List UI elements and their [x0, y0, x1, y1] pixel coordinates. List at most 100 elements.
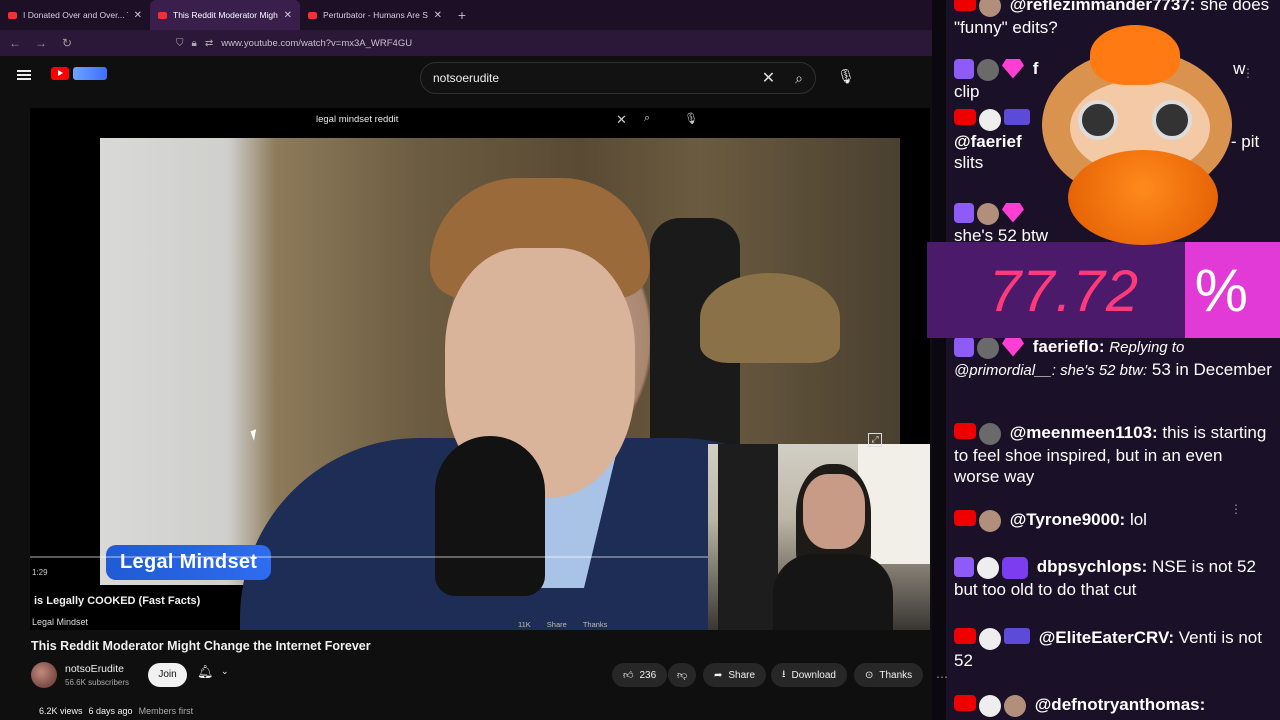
close-tab-icon[interactable]: ✕: [284, 10, 292, 21]
chat-username: faerieflo:: [1032, 337, 1105, 356]
youtube-favicon-icon: [158, 11, 167, 19]
expand-icon[interactable]: ⤢: [868, 433, 882, 447]
search-box[interactable]: notsoerudite ✕ ⌕: [420, 62, 816, 94]
thumbs-up-icon: 👍︎: [623, 670, 634, 681]
webcam-door: [718, 444, 778, 630]
more-options-icon[interactable]: ⋯: [936, 670, 948, 684]
twitch-badge-icon: [954, 202, 974, 223]
members-first-label: Members first: [138, 706, 194, 716]
inner-channel-name: Legal Mindset: [32, 617, 89, 627]
user-avatar-icon: [979, 108, 1001, 131]
gem-badge-icon: [1002, 58, 1024, 79]
tab-title: I Donated Over and Over... To S: [23, 10, 128, 20]
twitch-badge-icon: [954, 336, 974, 357]
view-count: 6.2K views: [39, 706, 83, 716]
youtube-logo[interactable]: [51, 67, 107, 80]
mascot-pumpkin: [1068, 150, 1218, 245]
video-title: This Reddit Moderator Might Change the I…: [31, 639, 371, 653]
browser-tab-3[interactable]: Perturbator - Humans Are Such ✕: [300, 0, 450, 30]
youtube-badge-icon: [954, 694, 976, 711]
share-icon: ➦: [714, 669, 723, 681]
address-bar: ← → ↻ ⛉ 🔒︎ ⇄ www.youtube.com/watch?v=mx3…: [0, 30, 932, 56]
more-options-icon[interactable]: ⋮: [1230, 502, 1242, 516]
chevron-down-icon[interactable]: ⌄: [221, 666, 229, 677]
notification-bell-icon[interactable]: 🔔︎: [197, 664, 214, 680]
youtube-header: notsoerudite ✕ ⌕ 🎙︎: [0, 56, 932, 100]
clear-search-icon[interactable]: ✕: [762, 68, 775, 88]
browser-tab-2[interactable]: This Reddit Moderator Might Ch ✕: [150, 0, 300, 30]
mascot-eye: [1152, 100, 1192, 140]
new-tab-icon[interactable]: +: [450, 0, 474, 30]
twitch-badge-icon: [954, 58, 974, 79]
inner-search-icon: ⌕: [644, 112, 651, 124]
percent-sign: %: [1194, 257, 1248, 324]
join-button[interactable]: Join: [148, 663, 187, 687]
chat-message: @defnotryanthomas:: [954, 694, 1272, 717]
thanks-icon: ⊙: [865, 669, 874, 681]
chat-gutter: [932, 0, 946, 720]
inner-mic-icon: 🎙︎: [684, 113, 698, 125]
reload-icon[interactable]: ↻: [60, 36, 74, 50]
user-avatar-icon: [977, 556, 999, 579]
youtube-favicon-icon: [308, 11, 317, 19]
inner-progress-bar: [30, 556, 710, 558]
streamer-face: [803, 474, 865, 549]
inner-action-row: 11K Share Thanks: [518, 620, 607, 629]
like-button[interactable]: 👍︎ 236: [612, 663, 668, 687]
upload-age: 6 days ago: [88, 706, 133, 716]
video-stats: 6.2K views 6 days ago Members first: [39, 706, 193, 716]
chat-message: @meenmeen1103: this is starting to feel …: [954, 422, 1272, 487]
youtube-badge-icon: [954, 422, 976, 439]
user-avatar-icon: [979, 422, 1001, 445]
mascot-hat: [1090, 25, 1180, 85]
back-icon[interactable]: ←: [8, 36, 22, 50]
share-button[interactable]: ➦ Share: [703, 663, 767, 687]
lock-icon: 🔒︎: [191, 37, 197, 49]
chat-username: @meenmeen1103:: [1009, 423, 1158, 442]
voice-search-icon[interactable]: 🎙︎: [835, 68, 857, 90]
channel-name[interactable]: notsoErudite: [65, 663, 124, 675]
search-input[interactable]: notsoerudite: [433, 71, 762, 85]
download-icon: ⭳: [782, 668, 786, 680]
share-label: Share: [728, 669, 756, 681]
gem-badge-icon: [1002, 336, 1024, 357]
close-tab-icon[interactable]: ✕: [134, 10, 142, 21]
hamburger-menu-icon[interactable]: [17, 70, 31, 80]
inner-video-title: is Legally COOKED (Fast Facts): [34, 595, 201, 607]
chat-username: @defnotryanthomas:: [1034, 695, 1206, 714]
webcam-overlay: [708, 444, 930, 630]
chat-username: @faerief: [954, 131, 1022, 151]
permissions-icon: ⇄: [204, 37, 214, 49]
url-text[interactable]: www.youtube.com/watch?v=mx3A_WRF4GU: [221, 38, 412, 49]
tab-title: Perturbator - Humans Are Such: [323, 10, 428, 20]
youtube-play-icon: [51, 67, 69, 80]
thanks-button[interactable]: ⊙ Thanks: [854, 663, 924, 687]
download-button[interactable]: ⭳ Download: [771, 663, 847, 687]
channel-avatar[interactable]: [31, 662, 57, 688]
like-count: 236: [639, 669, 657, 681]
more-options-icon[interactable]: ⋮: [1242, 66, 1254, 80]
crown-badge-icon: [1004, 627, 1030, 644]
forward-icon[interactable]: →: [34, 36, 48, 50]
chat-message: @Tyrone9000: lol: [954, 509, 1272, 532]
percentage-value: 77.72: [989, 259, 1140, 324]
inner-share: Share: [546, 620, 567, 629]
url-field[interactable]: ⛉ 🔒︎ ⇄ www.youtube.com/watch?v=mx3A_WRF4…: [176, 38, 412, 49]
browser-tab-1[interactable]: I Donated Over and Over... To S ✕: [0, 0, 150, 30]
chat-message: @EliteEaterCRV: Venti is not 52: [954, 627, 1272, 671]
inner-thanks: Thanks: [582, 620, 608, 629]
close-tab-icon[interactable]: ✕: [434, 10, 442, 21]
youtube-badge-icon: [954, 0, 976, 11]
dislike-button[interactable]: 👎︎: [668, 663, 697, 687]
chat-username: @EliteEaterCRV:: [1038, 628, 1175, 647]
chat-message: dbpsychlops: NSE is not 52 but too old t…: [954, 556, 1272, 600]
user-avatar-icon: [1004, 694, 1026, 717]
user-avatar-icon: [977, 58, 999, 81]
user-avatar-icon: [979, 0, 1001, 17]
search-icon[interactable]: ⌕: [795, 70, 803, 87]
twitch-badge-icon: [954, 556, 974, 577]
tab-title: This Reddit Moderator Might Ch: [173, 10, 278, 20]
inner-search-text: legal mindset reddit: [316, 114, 399, 125]
chat-text: lol: [1129, 510, 1147, 529]
thumbs-down-icon: 👎︎: [677, 670, 688, 681]
